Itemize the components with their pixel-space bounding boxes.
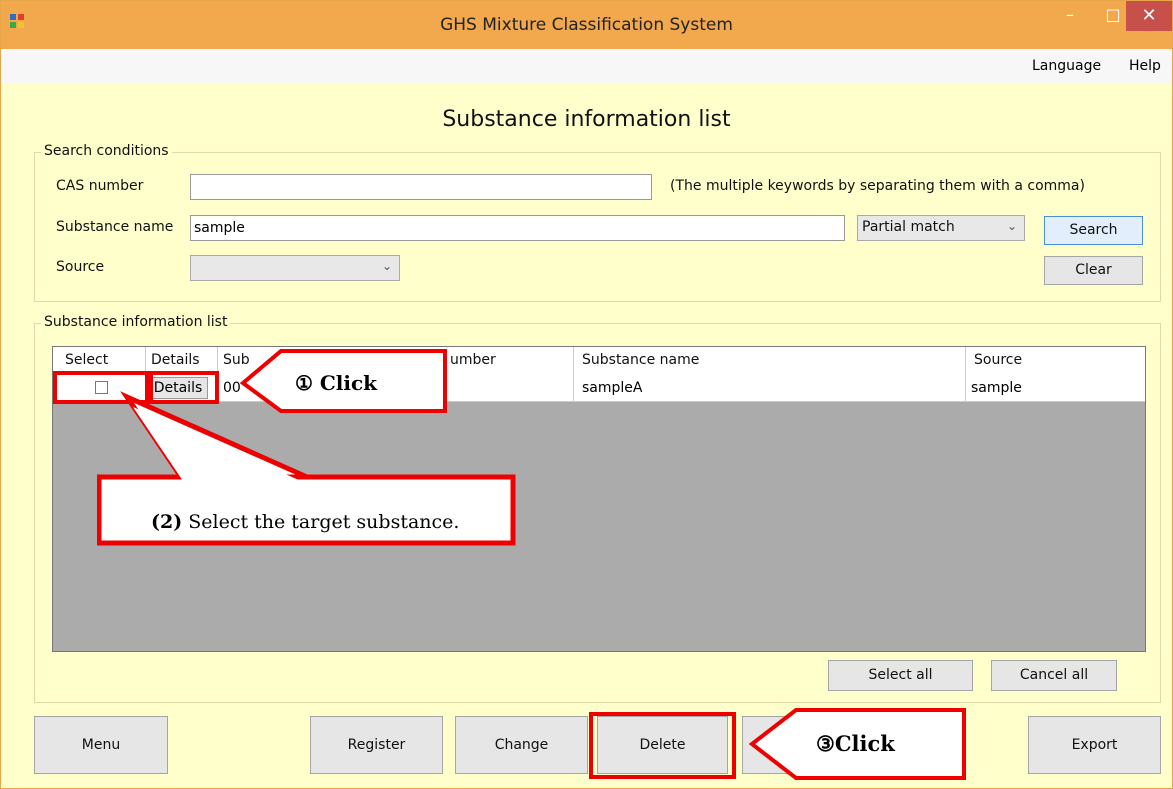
chevron-down-icon: ⌄	[1006, 219, 1017, 233]
annotation-delete-highlight	[589, 712, 736, 779]
clear-button[interactable]: Clear	[1044, 256, 1143, 285]
column-source[interactable]: Source	[966, 347, 1145, 374]
page-title: Substance information list	[442, 107, 731, 132]
source-label: Source	[56, 259, 105, 275]
annotation-step2-label: Select the target substance.	[182, 511, 460, 533]
substance-name-input[interactable]	[190, 215, 845, 241]
register-button[interactable]: Register	[310, 716, 443, 774]
cas-hint-text: (The multiple keywords by separating the…	[670, 178, 1085, 194]
substance-list-label: Substance information list	[41, 314, 231, 330]
row-source: sample	[966, 374, 1145, 402]
title-bar: GHS Mixture Classification System – □ ✕	[1, 1, 1172, 49]
cas-number-input[interactable]	[190, 174, 652, 200]
select-all-button[interactable]: Select all	[828, 660, 973, 691]
chevron-down-icon: ⌄	[381, 259, 392, 273]
annotation-step2-text: (2) Select the target substance.	[151, 511, 459, 533]
substance-name-label: Substance name	[56, 219, 174, 235]
minimize-icon[interactable]: –	[1048, 1, 1092, 31]
menu-language[interactable]: Language	[1032, 58, 1101, 74]
menu-button[interactable]: Menu	[34, 716, 168, 774]
column-substance-name[interactable]: Substance name	[574, 347, 966, 374]
search-conditions-label: Search conditions	[41, 143, 172, 159]
cancel-all-button[interactable]: Cancel all	[991, 660, 1117, 691]
column-select[interactable]: Select	[53, 347, 146, 374]
menu-help[interactable]: Help	[1129, 58, 1161, 74]
menu-bar: Language Help	[1, 49, 1172, 83]
match-mode-value: Partial match	[862, 219, 955, 235]
window-title: GHS Mixture Classification System	[440, 15, 733, 35]
source-select[interactable]: ⌄	[190, 255, 400, 281]
app-window: GHS Mixture Classification System – □ ✕ …	[0, 0, 1173, 789]
row-substance-name: sampleA	[574, 374, 966, 402]
column-cas-number-label: umber	[450, 352, 496, 368]
annotation-step2-number: (2)	[151, 511, 183, 533]
change-button[interactable]: Change	[455, 716, 588, 774]
close-icon[interactable]: ✕	[1126, 1, 1172, 31]
annotation-step3-text: ③Click	[816, 731, 895, 756]
match-mode-select[interactable]: Partial match ⌄	[857, 215, 1025, 241]
cas-number-label: CAS number	[56, 178, 144, 194]
export-button[interactable]: Export	[1028, 716, 1161, 774]
column-details[interactable]: Details	[146, 347, 218, 374]
search-button[interactable]: Search	[1044, 216, 1143, 245]
